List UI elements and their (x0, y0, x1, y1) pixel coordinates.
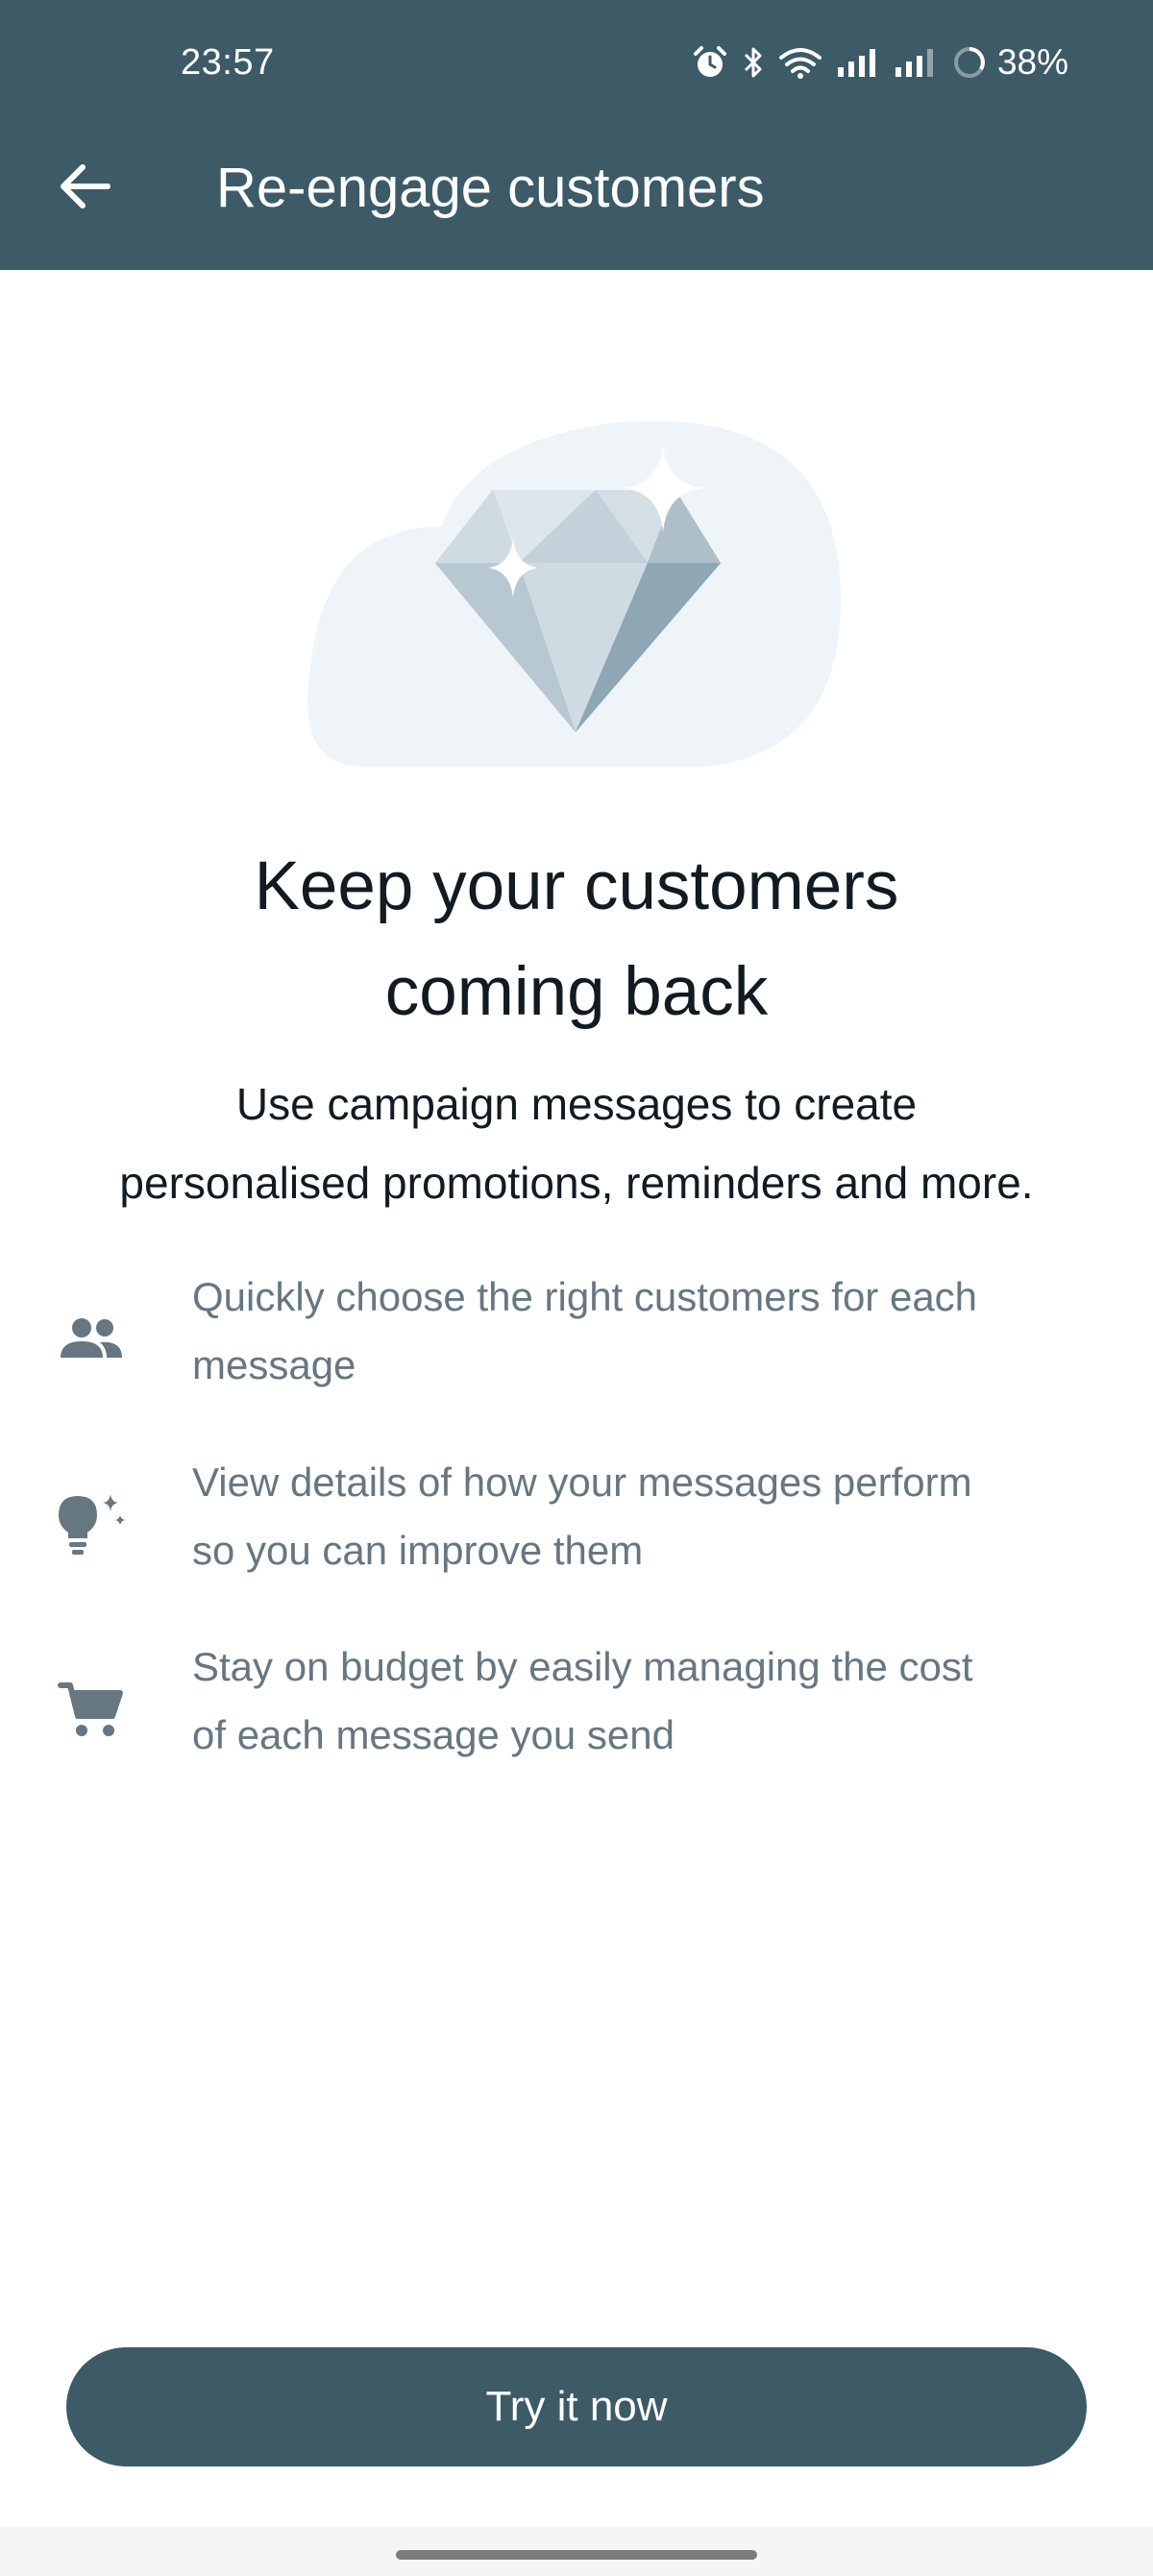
feature-item: Quickly choose the right customers for e… (0, 1263, 1153, 1416)
subtitle-line: Use campaign messages to create (235, 1079, 918, 1129)
feature-item: Stay on budget by easily managing the co… (0, 1632, 1153, 1786)
feature-text-line: Stay on budget by easily managing the co… (192, 1644, 973, 1689)
lightbulb-sparkle-icon (53, 1448, 130, 1602)
arrow-back-icon (61, 164, 110, 209)
cart-icon (53, 1632, 130, 1786)
try-it-now-button[interactable]: Try it now (66, 2347, 1087, 2466)
feature-text-line: View details of how your messages perfor… (192, 1460, 972, 1505)
headline-line: Keep your customers (254, 848, 899, 924)
gesture-handle[interactable] (396, 2550, 757, 2560)
people-icon (53, 1263, 130, 1416)
alarm-icon (692, 44, 728, 81)
feature-text-line: of each message you send (192, 1712, 675, 1757)
status-icons: 38% (692, 40, 1068, 85)
battery-ring-icon (951, 44, 988, 81)
headline: Keep your customers coming back (96, 834, 1057, 1045)
signal-icon (836, 44, 880, 81)
feature-text-line: so you can improve them (192, 1528, 644, 1573)
feature-text-line: message (192, 1342, 356, 1387)
system-nav-bar (0, 2527, 1153, 2576)
wifi-icon (778, 44, 822, 81)
diamond-sparkle-illustration (307, 419, 846, 774)
feature-text-line: Quickly choose the right customers for e… (192, 1274, 978, 1319)
signal-icon (894, 44, 938, 81)
feature-text: Stay on budget by easily managing the co… (192, 1632, 1057, 1769)
subtitle-line: personalised promotions, reminders and m… (119, 1158, 1034, 1208)
bluetooth-icon (742, 44, 765, 81)
app-bar: 23:57 38% Re-engage customers (0, 0, 1153, 270)
feature-item: View details of how your messages perfor… (0, 1448, 1153, 1602)
feature-text: Quickly choose the right customers for e… (192, 1263, 1057, 1399)
back-button[interactable] (50, 152, 119, 221)
battery-percent: 38% (996, 42, 1068, 82)
status-time: 23:57 (181, 42, 275, 83)
feature-text: View details of how your messages perfor… (192, 1448, 1057, 1584)
subtitle: Use campaign messages to create personal… (29, 1065, 1124, 1222)
page-title: Re-engage customers (216, 157, 765, 219)
headline-line: coming back (384, 954, 769, 1030)
